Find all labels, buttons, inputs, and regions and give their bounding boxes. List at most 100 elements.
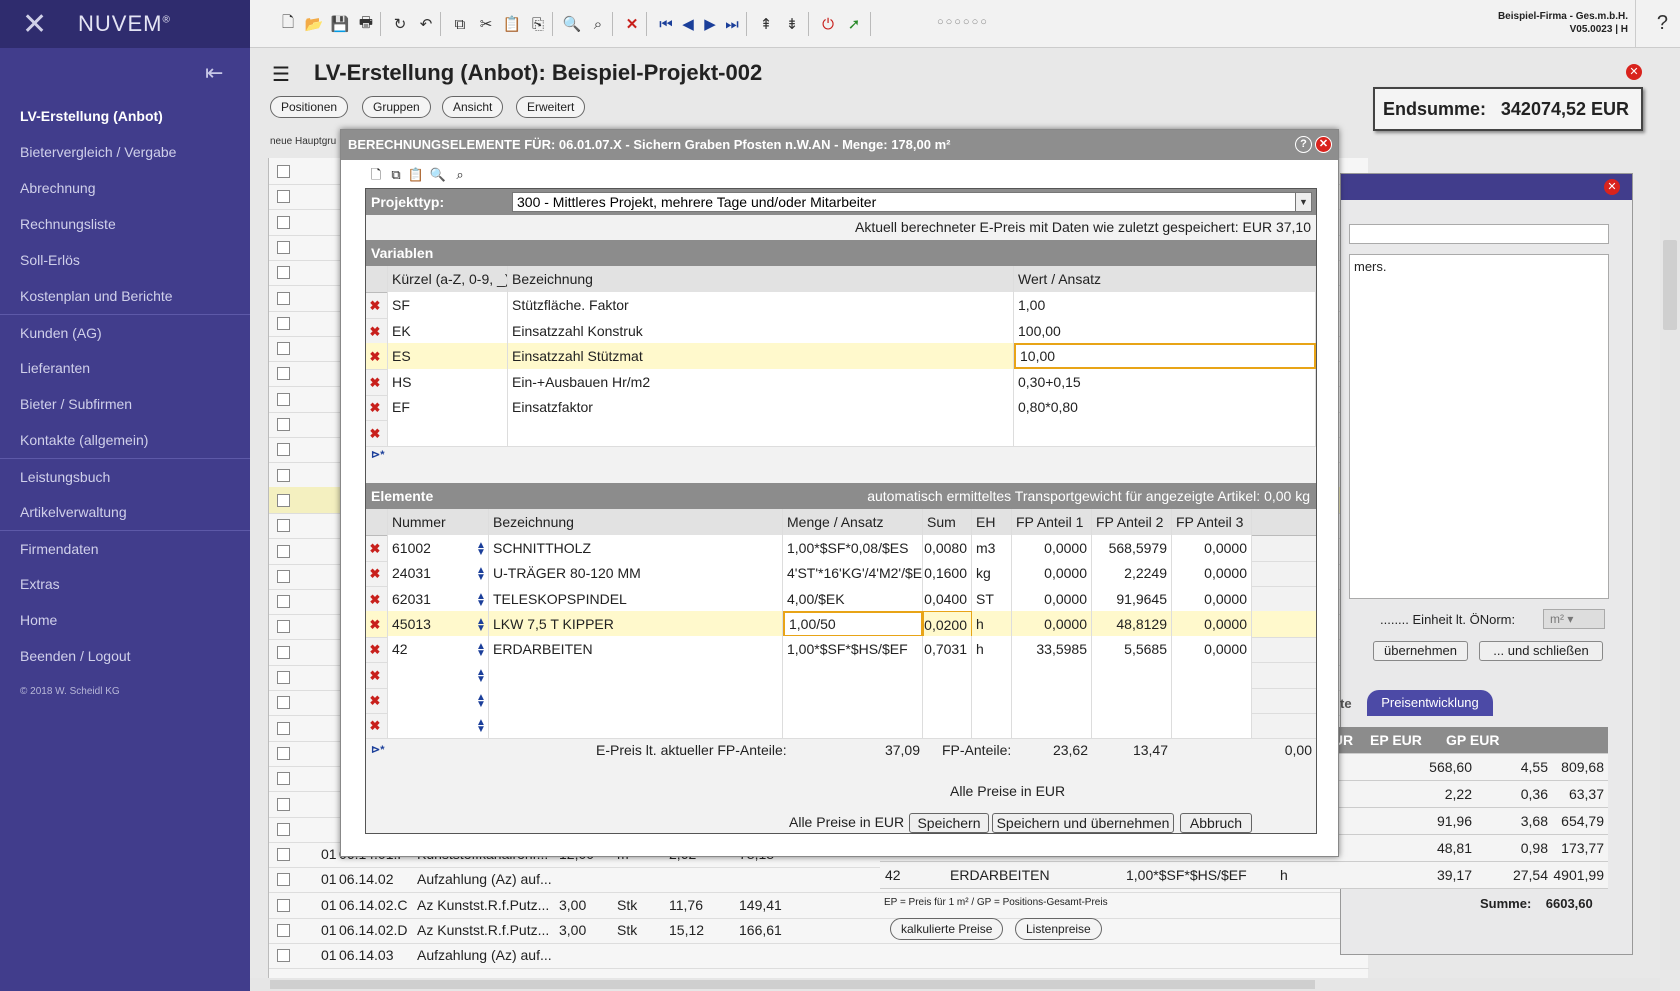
new-icon[interactable]: 🗋: [367, 166, 385, 184]
row-checkbox[interactable]: [277, 645, 290, 659]
uebernehmen-button[interactable]: übernehmen: [1373, 641, 1468, 661]
elemente-cell-eh[interactable]: [972, 661, 1012, 688]
elemente-cell-eh[interactable]: h: [972, 610, 1012, 637]
sidebar-item-rechnungsliste[interactable]: Rechnungsliste: [0, 206, 250, 242]
variablen-cell-k[interactable]: ES: [388, 343, 508, 369]
row-checkbox[interactable]: [277, 418, 290, 431]
row-checkbox[interactable]: [277, 620, 290, 634]
find-replace-icon[interactable]: ⌕: [451, 166, 469, 184]
find-icon[interactable]: 🔍: [429, 166, 447, 184]
tab-ansicht[interactable]: Ansicht: [442, 96, 504, 118]
delete-row-icon[interactable]: ✖: [369, 694, 381, 707]
row-checkbox[interactable]: [277, 569, 290, 583]
elemente-cell-bez[interactable]: U-TRÄGER 80-120 MM: [489, 560, 783, 587]
row-checkbox[interactable]: [277, 367, 290, 381]
elemente-cell-menge[interactable]: [783, 712, 923, 739]
save-button[interactable]: Speichern: [909, 813, 989, 833]
elemente-cell-fp1[interactable]: [1012, 712, 1092, 739]
elemente-cell-nr[interactable]: 24031: [388, 560, 489, 587]
row-checkbox[interactable]: [277, 797, 290, 811]
listenpreise-button[interactable]: Listenpreise: [1015, 918, 1102, 940]
save-icon[interactable]: 💾: [330, 14, 350, 34]
elemente-cell-eh[interactable]: h: [972, 636, 1012, 663]
elemente-cell-sum[interactable]: [923, 712, 972, 739]
find-icon[interactable]: 🔍: [562, 14, 582, 34]
copy-icon[interactable]: ⧉: [450, 14, 470, 34]
elemente-cell-menge[interactable]: 1,00/50: [783, 610, 923, 637]
elemente-cell-menge[interactable]: 4,00/$EK: [783, 585, 923, 612]
logo[interactable]: ✕ NUVEM®: [0, 0, 250, 48]
elemente-cell-fp2[interactable]: 91,9645: [1092, 585, 1172, 612]
elemente-cell-fp3[interactable]: 0,0000: [1172, 560, 1252, 587]
new-icon[interactable]: 🗋: [278, 14, 298, 34]
delete-row-icon[interactable]: ✖: [369, 376, 381, 389]
delete-row-icon[interactable]: ✖: [369, 325, 381, 338]
elemente-row[interactable]: ✖ ▲ ▼: [366, 661, 1316, 689]
elemente-cell-nr[interactable]: 62031: [388, 585, 489, 612]
delete-row-icon[interactable]: ✖: [369, 401, 381, 414]
next-icon[interactable]: ▶: [700, 14, 720, 34]
row-checkbox[interactable]: [277, 342, 290, 356]
elemente-cell-fp2[interactable]: 5,5685: [1092, 636, 1172, 663]
elemente-cell-fp2[interactable]: 2,2249: [1092, 560, 1172, 587]
row-checkbox[interactable]: [277, 291, 290, 305]
variablen-cell-wert[interactable]: 10,00: [1014, 343, 1316, 369]
delete-icon[interactable]: ✕: [622, 14, 642, 34]
elemente-cell-nr[interactable]: [388, 712, 489, 739]
sidebar-item-home[interactable]: Home: [0, 602, 250, 638]
projekttyp-select[interactable]: 300 - Mittleres Projekt, mehrere Tage un…: [512, 192, 1312, 212]
delete-row-icon[interactable]: ✖: [369, 542, 381, 555]
elemente-cell-fp3[interactable]: [1172, 661, 1252, 688]
undo-icon[interactable]: ↶: [416, 14, 436, 34]
move-up-icon[interactable]: ⇞: [756, 14, 776, 34]
variablen-cell-k[interactable]: [388, 419, 508, 446]
elemente-cell-fp1[interactable]: 0,0000: [1012, 610, 1092, 637]
horizontal-scroll-thumb[interactable]: [270, 980, 1315, 989]
new-group-label[interactable]: neue Hauptgru: [270, 136, 336, 147]
delete-row-icon[interactable]: ✖: [369, 719, 381, 732]
elemente-row[interactable]: ✖ ▲ ▼: [366, 712, 1316, 740]
elemente-cell-nr[interactable]: 61002: [388, 535, 489, 561]
elemente-cell-bez[interactable]: ERDARBEITEN: [489, 636, 783, 663]
row-checkbox[interactable]: [277, 721, 290, 735]
elemente-cell-fp1[interactable]: 0,0000: [1012, 535, 1092, 561]
variablen-cell-k[interactable]: EF: [388, 394, 508, 420]
save-and-apply-button[interactable]: Speichern und übernehmen: [992, 813, 1174, 833]
variablen-cell-wert[interactable]: [1014, 419, 1316, 446]
first-icon[interactable]: ⏮: [656, 14, 676, 34]
spinner-icon[interactable]: ▲ ▼: [476, 541, 486, 558]
row-checkbox[interactable]: [277, 822, 290, 836]
elemente-cell-fp2[interactable]: 48,8129: [1092, 610, 1172, 637]
variablen-row[interactable]: ✖ HS Ein-+Ausbauen Hr/m2 0,30+0,15: [366, 368, 1316, 396]
dialog-close-icon[interactable]: ✕: [1315, 136, 1332, 153]
row-checkbox[interactable]: [277, 266, 290, 280]
row-checkbox[interactable]: [277, 190, 290, 204]
variablen-cell-k[interactable]: SF: [388, 292, 508, 318]
elemente-cell-fp2[interactable]: [1092, 686, 1172, 713]
row-checkbox[interactable]: [277, 873, 290, 887]
spinner-icon[interactable]: ▲ ▼: [476, 692, 486, 709]
close-detail-icon[interactable]: ✕: [1604, 179, 1620, 195]
elemente-cell-eh[interactable]: [972, 686, 1012, 713]
elemente-cell-eh[interactable]: m3: [972, 535, 1012, 561]
variablen-cell-k[interactable]: HS: [388, 368, 508, 395]
sidebar-item-bietervergleich-vergabe[interactable]: Bietervergleich / Vergabe: [0, 134, 250, 170]
sidebar-item-beenden-logout[interactable]: Beenden / Logout: [0, 638, 250, 674]
elemente-cell-bez[interactable]: SCHNITTHOLZ: [489, 535, 783, 561]
variablen-row[interactable]: ✖ EF Einsatzfaktor 0,80*0,80: [366, 394, 1316, 421]
sidebar-item-extras[interactable]: Extras: [0, 566, 250, 602]
sidebar-item-artikelverwaltung[interactable]: Artikelverwaltung: [0, 494, 250, 530]
kalkulierte-preise-button[interactable]: kalkulierte Preise: [890, 918, 1004, 940]
table-row[interactable]: 01 06.14.02.D Az Kunstst.R.f.Putz... 3,00 St…: [269, 917, 1369, 944]
elemente-row[interactable]: ✖ 61002 SCHNITTHOLZ 1,00*$SF*0,08/$ES 0,0080…: [366, 535, 1316, 562]
uebernehmen-schliessen-button[interactable]: ... und schließen: [1479, 641, 1603, 661]
sidebar-item-soll-erlös[interactable]: Soll-Erlös: [0, 242, 250, 278]
elemente-row[interactable]: ✖ 62031 TELESKOPSPINDEL 4,00/$EK 0,0400 ST 0,0…: [366, 585, 1316, 613]
row-checkbox[interactable]: [277, 240, 290, 254]
menu-icon[interactable]: ☰: [272, 62, 290, 87]
paste-icon[interactable]: 📋: [502, 14, 522, 34]
row-checkbox[interactable]: [277, 493, 290, 507]
tab-erweitert[interactable]: Erweitert: [516, 96, 586, 118]
delete-row-icon[interactable]: ✖: [369, 618, 381, 631]
delete-row-icon[interactable]: ✖: [369, 669, 381, 682]
